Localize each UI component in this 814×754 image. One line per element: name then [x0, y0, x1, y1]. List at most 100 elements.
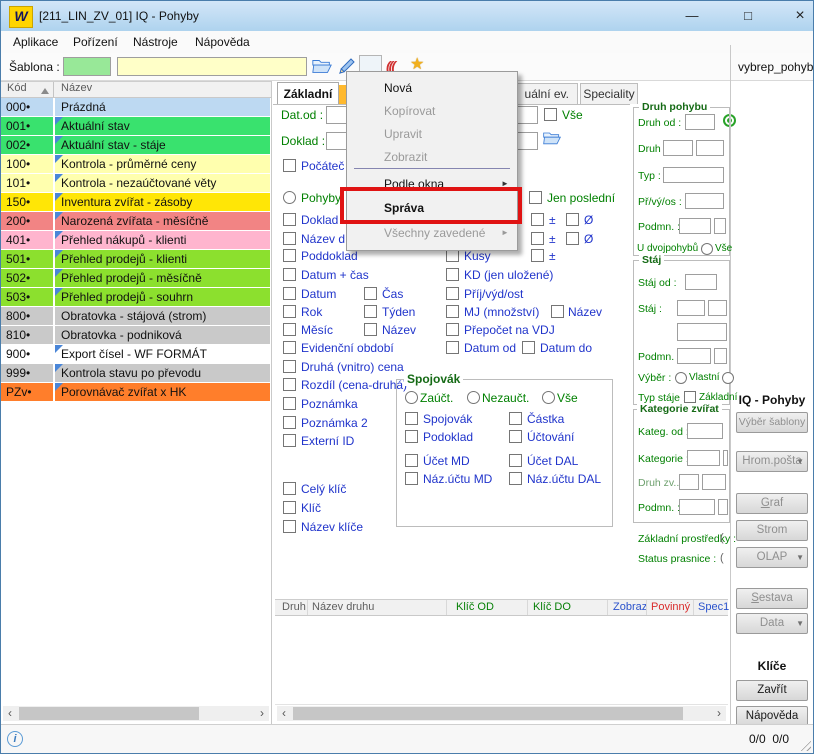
menu-aplikace[interactable]: Aplikace [13, 31, 58, 53]
data-button[interactable]: Data▼ [736, 613, 808, 634]
pocatecni-checkbox[interactable] [283, 159, 296, 172]
kd-checkbox[interactable] [446, 268, 459, 281]
zauct-radio[interactable] [405, 391, 418, 404]
poznamka-checkbox[interactable] [283, 397, 296, 410]
pohyby-radio[interactable] [283, 191, 296, 204]
scroll-thumb[interactable] [293, 707, 683, 720]
table-row[interactable]: 100•Kontrola - průměrné ceny [1, 155, 270, 173]
klic-checkbox[interactable] [283, 501, 296, 514]
scroll-thumb[interactable] [19, 707, 199, 720]
datum-do-checkbox[interactable] [522, 341, 535, 354]
scroll-right-icon[interactable]: › [255, 706, 269, 721]
uctovani-checkbox[interactable] [509, 430, 522, 443]
vlastni-radio[interactable] [675, 372, 687, 384]
scroll-right-icon[interactable]: › [712, 706, 726, 721]
open-folder-icon[interactable] [311, 56, 333, 79]
menu-item-upravit[interactable]: Upravit [346, 123, 518, 145]
druh-input1[interactable] [663, 140, 693, 156]
table-row[interactable]: 200•Narozená zvířata - měsíčně [1, 212, 270, 230]
col-klic-od[interactable]: Klíč OD [456, 601, 494, 613]
col-povinny[interactable]: Povinný [651, 601, 690, 613]
maximize-button[interactable]: □ [725, 1, 771, 31]
close-button[interactable]: × [777, 1, 814, 31]
podmn-input2[interactable] [714, 218, 726, 234]
table-row[interactable]: 900•Export čísel - WF FORMÁT [1, 345, 270, 363]
col-klic-do[interactable]: Klíč DO [533, 601, 571, 613]
nazev-checkbox[interactable] [364, 323, 377, 336]
druh-zv-input2[interactable] [702, 474, 726, 490]
zavrit-button[interactable]: Zavřít [736, 680, 808, 701]
rok-checkbox[interactable] [283, 305, 296, 318]
vyber-sablony-button[interactable]: Výběr šablony [736, 412, 808, 433]
table-row[interactable]: 810•Obratovka - podniková [1, 326, 270, 344]
col-header-kod[interactable]: Kód [7, 82, 27, 94]
template-name-input[interactable] [117, 57, 307, 76]
table-row[interactable]: 000•Prázdná [1, 98, 270, 116]
pm2-checkbox[interactable] [531, 232, 544, 245]
staj-wide-input[interactable] [677, 323, 727, 341]
table-row[interactable]: 101•Kontrola - nezaúčtované věty [1, 174, 270, 192]
prepocet-checkbox[interactable] [446, 323, 459, 336]
prij-vyd-ost-checkbox[interactable] [446, 287, 459, 300]
table-row[interactable]: PZv•Porovnávač zvířat x HK [1, 383, 270, 401]
ucet-md-checkbox[interactable] [405, 454, 418, 467]
kategorie-input2-clipped[interactable] [723, 450, 728, 466]
naz-uctu-md-checkbox[interactable] [405, 472, 418, 485]
staj-od-input[interactable] [685, 274, 717, 290]
hrom-posta-button[interactable]: Hrom.pošta▼ [736, 451, 808, 472]
externi-id-checkbox[interactable] [283, 434, 296, 447]
staj-podmn-input1[interactable] [677, 348, 711, 364]
table-row[interactable]: 001•Aktuální stav [1, 117, 270, 135]
datum-cas-checkbox[interactable] [283, 268, 296, 281]
pm3-checkbox[interactable] [531, 249, 544, 262]
datum-od-checkbox[interactable] [446, 341, 459, 354]
tab-speciality[interactable]: Speciality [580, 83, 638, 104]
vse-checkbox[interactable] [544, 108, 557, 121]
dropdown-arrow-icon[interactable]: ▼ [796, 452, 804, 471]
tab-zakladni[interactable]: Základní [277, 82, 339, 104]
zakladni-checkbox[interactable] [684, 391, 696, 403]
graf-button[interactable]: Graf [736, 493, 808, 514]
menu-nastroje[interactable]: Nástroje [133, 31, 178, 53]
castka-checkbox[interactable] [509, 412, 522, 425]
table-row[interactable]: 501•Přehled prodejů - klienti [1, 250, 270, 268]
staj-input2[interactable] [708, 300, 727, 316]
rozdil-checkbox[interactable] [283, 378, 296, 391]
scroll-left-icon[interactable]: ‹ [277, 706, 291, 721]
table-row[interactable]: 999•Kontrola stavu po převodu [1, 364, 270, 382]
druha-cena-checkbox[interactable] [283, 360, 296, 373]
sestava-button[interactable]: Sestava [736, 588, 808, 609]
menu-porizeni[interactable]: Pořízení [73, 31, 118, 53]
col-zobraz[interactable]: Zobraz [613, 601, 647, 613]
nezauct-radio[interactable] [467, 391, 480, 404]
avg2-checkbox[interactable] [566, 232, 579, 245]
doklad-folder-icon[interactable] [542, 129, 562, 150]
dropdown-arrow-icon[interactable]: ▼ [796, 614, 804, 633]
u-dvoj-vse-radio[interactable] [701, 243, 713, 255]
poznamka2-checkbox[interactable] [283, 416, 296, 429]
kateg-od-input[interactable] [687, 423, 723, 439]
kategorie-podmn-input2[interactable] [718, 499, 728, 515]
table-row[interactable]: 502•Přehled prodejů - měsíčně [1, 269, 270, 287]
podoklad-checkbox[interactable] [405, 430, 418, 443]
cas-checkbox[interactable] [364, 287, 377, 300]
druh-input2[interactable] [696, 140, 724, 156]
template-code-input[interactable] [63, 57, 111, 76]
menu-item-kopirovat[interactable]: Kopírovat [346, 100, 518, 122]
druh-od-input[interactable] [685, 114, 715, 130]
zakladni-prostredky-radio-clipped[interactable]: ( [720, 532, 724, 544]
table-row[interactable]: 503•Přehled prodejů - souhrn [1, 288, 270, 306]
podmn-input1[interactable] [679, 218, 711, 234]
menu-napoveda[interactable]: Nápověda [195, 31, 250, 53]
cely-klic-checkbox[interactable] [283, 482, 296, 495]
mj-nazev-checkbox[interactable] [551, 305, 564, 318]
col-nazev-druhu[interactable]: Název druhu [312, 601, 374, 613]
vse-radio[interactable] [542, 391, 555, 404]
kategorie-input1[interactable] [687, 450, 720, 466]
staj-input1[interactable] [677, 300, 705, 316]
poddoklad-checkbox[interactable] [283, 249, 296, 262]
table-row[interactable]: 800•Obratovka - stájová (strom) [1, 307, 270, 325]
olap-button[interactable]: OLAP▼ [736, 547, 808, 568]
typ-input[interactable] [663, 167, 724, 183]
mesic-checkbox[interactable] [283, 323, 296, 336]
